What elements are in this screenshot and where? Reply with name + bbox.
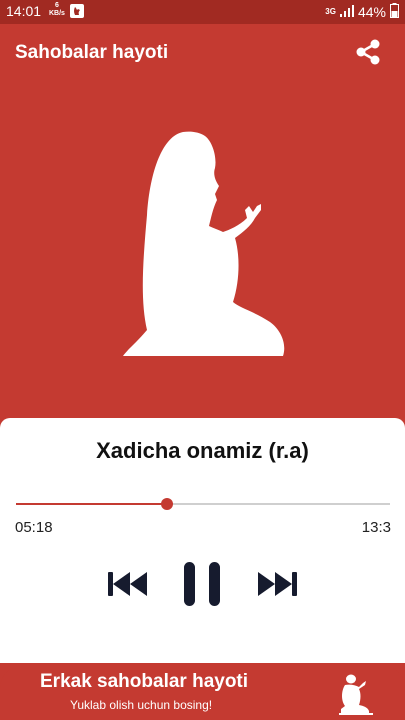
praying-woman-icon (115, 130, 290, 360)
status-bar: 14:01 6 KB/s 3G 44% (0, 0, 405, 24)
banner-title: Erkak sahobalar hayoti (40, 671, 249, 692)
banner-subtitle: Yuklab olish uchun bosing! (70, 698, 213, 712)
progress-fill (16, 503, 168, 505)
pause-button[interactable] (182, 561, 222, 607)
status-time: 14:01 (6, 3, 42, 19)
pause-icon (184, 562, 220, 606)
app-screen: 14:01 6 KB/s 3G 44% Sahobalar hayoti Xad… (0, 0, 405, 720)
battery-level: 44% (357, 4, 386, 20)
network-speed-value: 6 (55, 2, 59, 9)
signal-icon (339, 4, 354, 20)
battery-icon (390, 3, 399, 21)
next-button[interactable] (255, 568, 299, 600)
skip-previous-icon (108, 572, 147, 596)
elapsed-time: 05:18 (15, 519, 53, 536)
network-speed: 6 KB/s (49, 2, 65, 18)
progress-slider[interactable] (16, 498, 390, 510)
share-button[interactable] (352, 36, 384, 68)
app-title: Sahobalar hayoti (15, 42, 169, 63)
share-icon (356, 39, 380, 65)
skip-next-icon (258, 572, 297, 596)
progress-thumb[interactable] (161, 498, 174, 510)
notification-icon (70, 4, 84, 23)
total-time: 13:3 (361, 519, 391, 536)
player-panel: Xadicha onamiz (r.a) 05:18 13:3 (0, 418, 405, 663)
network-speed-unit: KB/s (49, 10, 65, 17)
track-title: Xadicha onamiz (r.a) (96, 438, 309, 463)
status-right: 3G 44% (325, 3, 399, 21)
previous-button[interactable] (106, 568, 150, 600)
network-type: 3G (325, 7, 336, 16)
praying-man-icon (339, 673, 373, 715)
download-banner[interactable]: Erkak sahobalar hayoti Yuklab olish uchu… (0, 666, 405, 720)
